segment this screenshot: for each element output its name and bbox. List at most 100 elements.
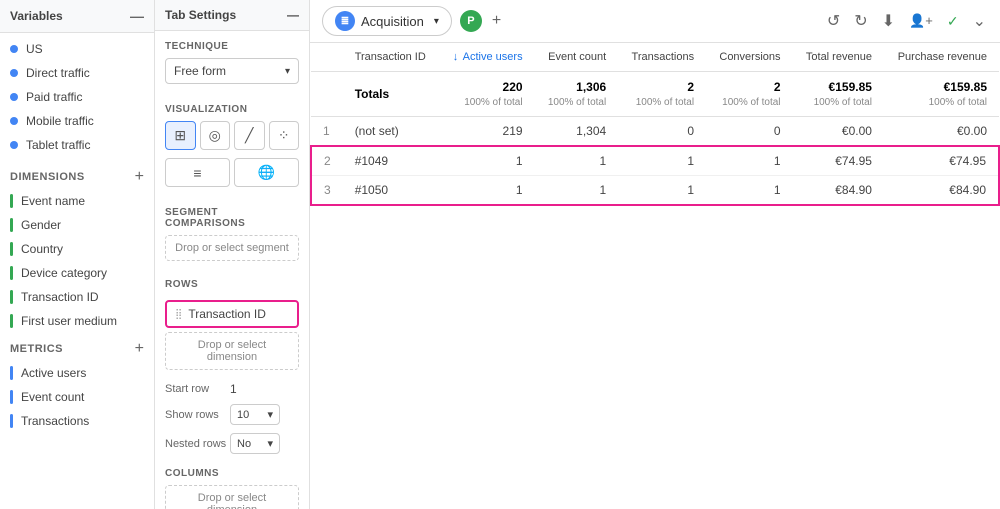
metric-bar-icon [10,390,13,404]
row-conversions: 1 [706,176,792,206]
viz-table-btn[interactable]: ⊞ [165,121,196,150]
add-metric-btn[interactable]: + [135,341,144,357]
drop-dimension-zone[interactable]: Drop or select dimension [165,332,299,370]
dim-label: Gender [21,218,61,232]
viz-bar-btn[interactable]: ≡ [165,158,230,187]
sort-arrow-icon: ↓ [453,51,459,63]
metric-label: Active users [21,366,86,380]
segment-label: Mobile traffic [26,114,94,128]
dim-bar-icon [10,242,13,256]
col-conversions-label: Conversions [719,51,780,63]
segment-dot [10,117,18,125]
p-icon[interactable]: P [460,10,482,32]
data-table-container: Transaction ID ↓ Active users Event coun… [310,43,1000,509]
viz-line-btn[interactable]: ╱ [234,121,265,150]
nested-rows-dropdown[interactable]: No ▾ [230,433,280,454]
dimensions-header: DIMENSIONS + [0,161,154,189]
chevron-down-icon: ▾ [285,66,290,77]
metrics-title: METRICS [10,343,63,355]
dim-gender[interactable]: Gender [0,213,154,237]
add-user-btn[interactable]: 👤+ [907,11,935,31]
metric-transactions[interactable]: Transactions [0,409,154,433]
metrics-header: METRICS + [0,333,154,361]
totals-conversions: 2 100% of total [706,72,792,117]
col-conversions[interactable]: Conversions [706,43,792,72]
col-transactions[interactable]: Transactions [618,43,706,72]
table-row[interactable]: 3 #1050 1 1 1 1 €84.90 €84.90 [311,176,999,206]
check-btn[interactable]: ✓ [945,11,961,32]
dimensions-list: Event name Gender Country Device categor… [0,189,154,333]
show-rows-label: Show rows [165,409,230,421]
segment-tablet[interactable]: Tablet traffic [0,133,154,157]
redo-btn[interactable]: ↻ [852,9,869,33]
metric-active-users[interactable]: Active users [0,361,154,385]
col-active-users[interactable]: ↓ Active users [439,43,534,72]
add-comparison-btn[interactable]: + [490,10,503,32]
row-transaction-id: (not set) [343,117,440,147]
col-transaction-id-label: Transaction ID [355,51,426,63]
totals-total-revenue-sub: 100% of total [814,97,872,108]
dim-bar-icon [10,314,13,328]
totals-active-users-sub: 100% of total [464,97,522,108]
show-rows-dropdown[interactable]: 10 ▾ [230,404,280,425]
row-conversions: 0 [706,117,792,147]
minimize-btn[interactable]: — [130,8,144,24]
row-conversions: 1 [706,146,792,176]
metric-event-count[interactable]: Event count [0,385,154,409]
acquisition-btn[interactable]: ≣ Acquisition ▾ [322,6,452,36]
undo-btn[interactable]: ↺ [825,9,842,33]
table-row[interactable]: 2 #1049 1 1 1 1 €74.95 €74.95 [311,146,999,176]
dim-first-user-medium[interactable]: First user medium [0,309,154,333]
columns-label: COLUMNS [155,458,309,485]
tab-settings-minimize-btn[interactable]: — [287,8,299,22]
dimensions-title: DIMENSIONS [10,171,85,183]
dim-bar-icon [10,266,13,280]
segment-us[interactable]: US [0,37,154,61]
row-transaction-id: #1049 [343,146,440,176]
row-num: 2 [311,146,343,176]
download-btn[interactable]: ⬇ [880,9,897,33]
col-event-count-label: Event count [548,51,606,63]
col-transaction-id[interactable]: Transaction ID [343,43,440,72]
viz-geo-btn[interactable]: 🌐 [234,158,299,187]
segment-paid[interactable]: Paid traffic [0,85,154,109]
sidebar-header: Variables — [0,0,154,33]
chevron-down-icon: ▾ [267,437,273,450]
main-content: ≣ Acquisition ▾ P + ↺ ↻ ⬇ 👤+ ✓ ⌄ [310,0,1000,509]
totals-row: Totals 220 100% of total 1,306 100% of t… [311,72,999,117]
nested-rows-label: Nested rows [165,438,230,450]
acquisition-label: Acquisition [361,14,424,29]
col-purchase-revenue[interactable]: Purchase revenue [884,43,999,72]
col-total-revenue[interactable]: Total revenue [793,43,884,72]
col-event-count[interactable]: Event count [535,43,619,72]
viz-scatter-btn[interactable]: ⁘ [269,121,300,150]
dim-device-category[interactable]: Device category [0,261,154,285]
segment-direct[interactable]: Direct traffic [0,61,154,85]
totals-label: Totals [343,72,440,117]
table-row[interactable]: 1 (not set) 219 1,304 0 0 €0.00 €0.00 [311,117,999,147]
segment-mobile[interactable]: Mobile traffic [0,109,154,133]
segment-label: Paid traffic [26,90,82,104]
dim-transaction-id[interactable]: Transaction ID [0,285,154,309]
drop-segment-zone[interactable]: Drop or select segment [165,235,299,261]
start-row-value: 1 [230,382,299,396]
dim-label: First user medium [21,314,117,328]
more-btn[interactable]: ⌄ [971,9,988,33]
drop-column-zone[interactable]: Drop or select dimension [165,485,299,509]
totals-purchase-revenue-val: €159.85 [944,80,987,94]
sidebar-variables: Variables — US Direct traffic Paid traff… [0,0,155,509]
dim-event-name[interactable]: Event name [0,189,154,213]
totals-conversions-val: 2 [774,80,781,94]
drop-column-label: Drop or select dimension [198,492,266,509]
totals-event-count-val: 1,306 [576,80,606,94]
dim-country[interactable]: Country [0,237,154,261]
add-dimension-btn[interactable]: + [135,169,144,185]
metric-bar-icon [10,414,13,428]
row-transactions: 0 [618,117,706,147]
tab-settings-panel: Tab Settings — TECHNIQUE Free form ▾ VIS… [155,0,310,509]
technique-dropdown[interactable]: Free form ▾ [165,58,299,84]
totals-total-revenue-val: €159.85 [829,80,872,94]
col-purchase-revenue-label: Purchase revenue [898,51,987,63]
viz-donut-btn[interactable]: ◎ [200,121,231,150]
row-transaction-id-item[interactable]: ⣿ Transaction ID [165,300,299,328]
